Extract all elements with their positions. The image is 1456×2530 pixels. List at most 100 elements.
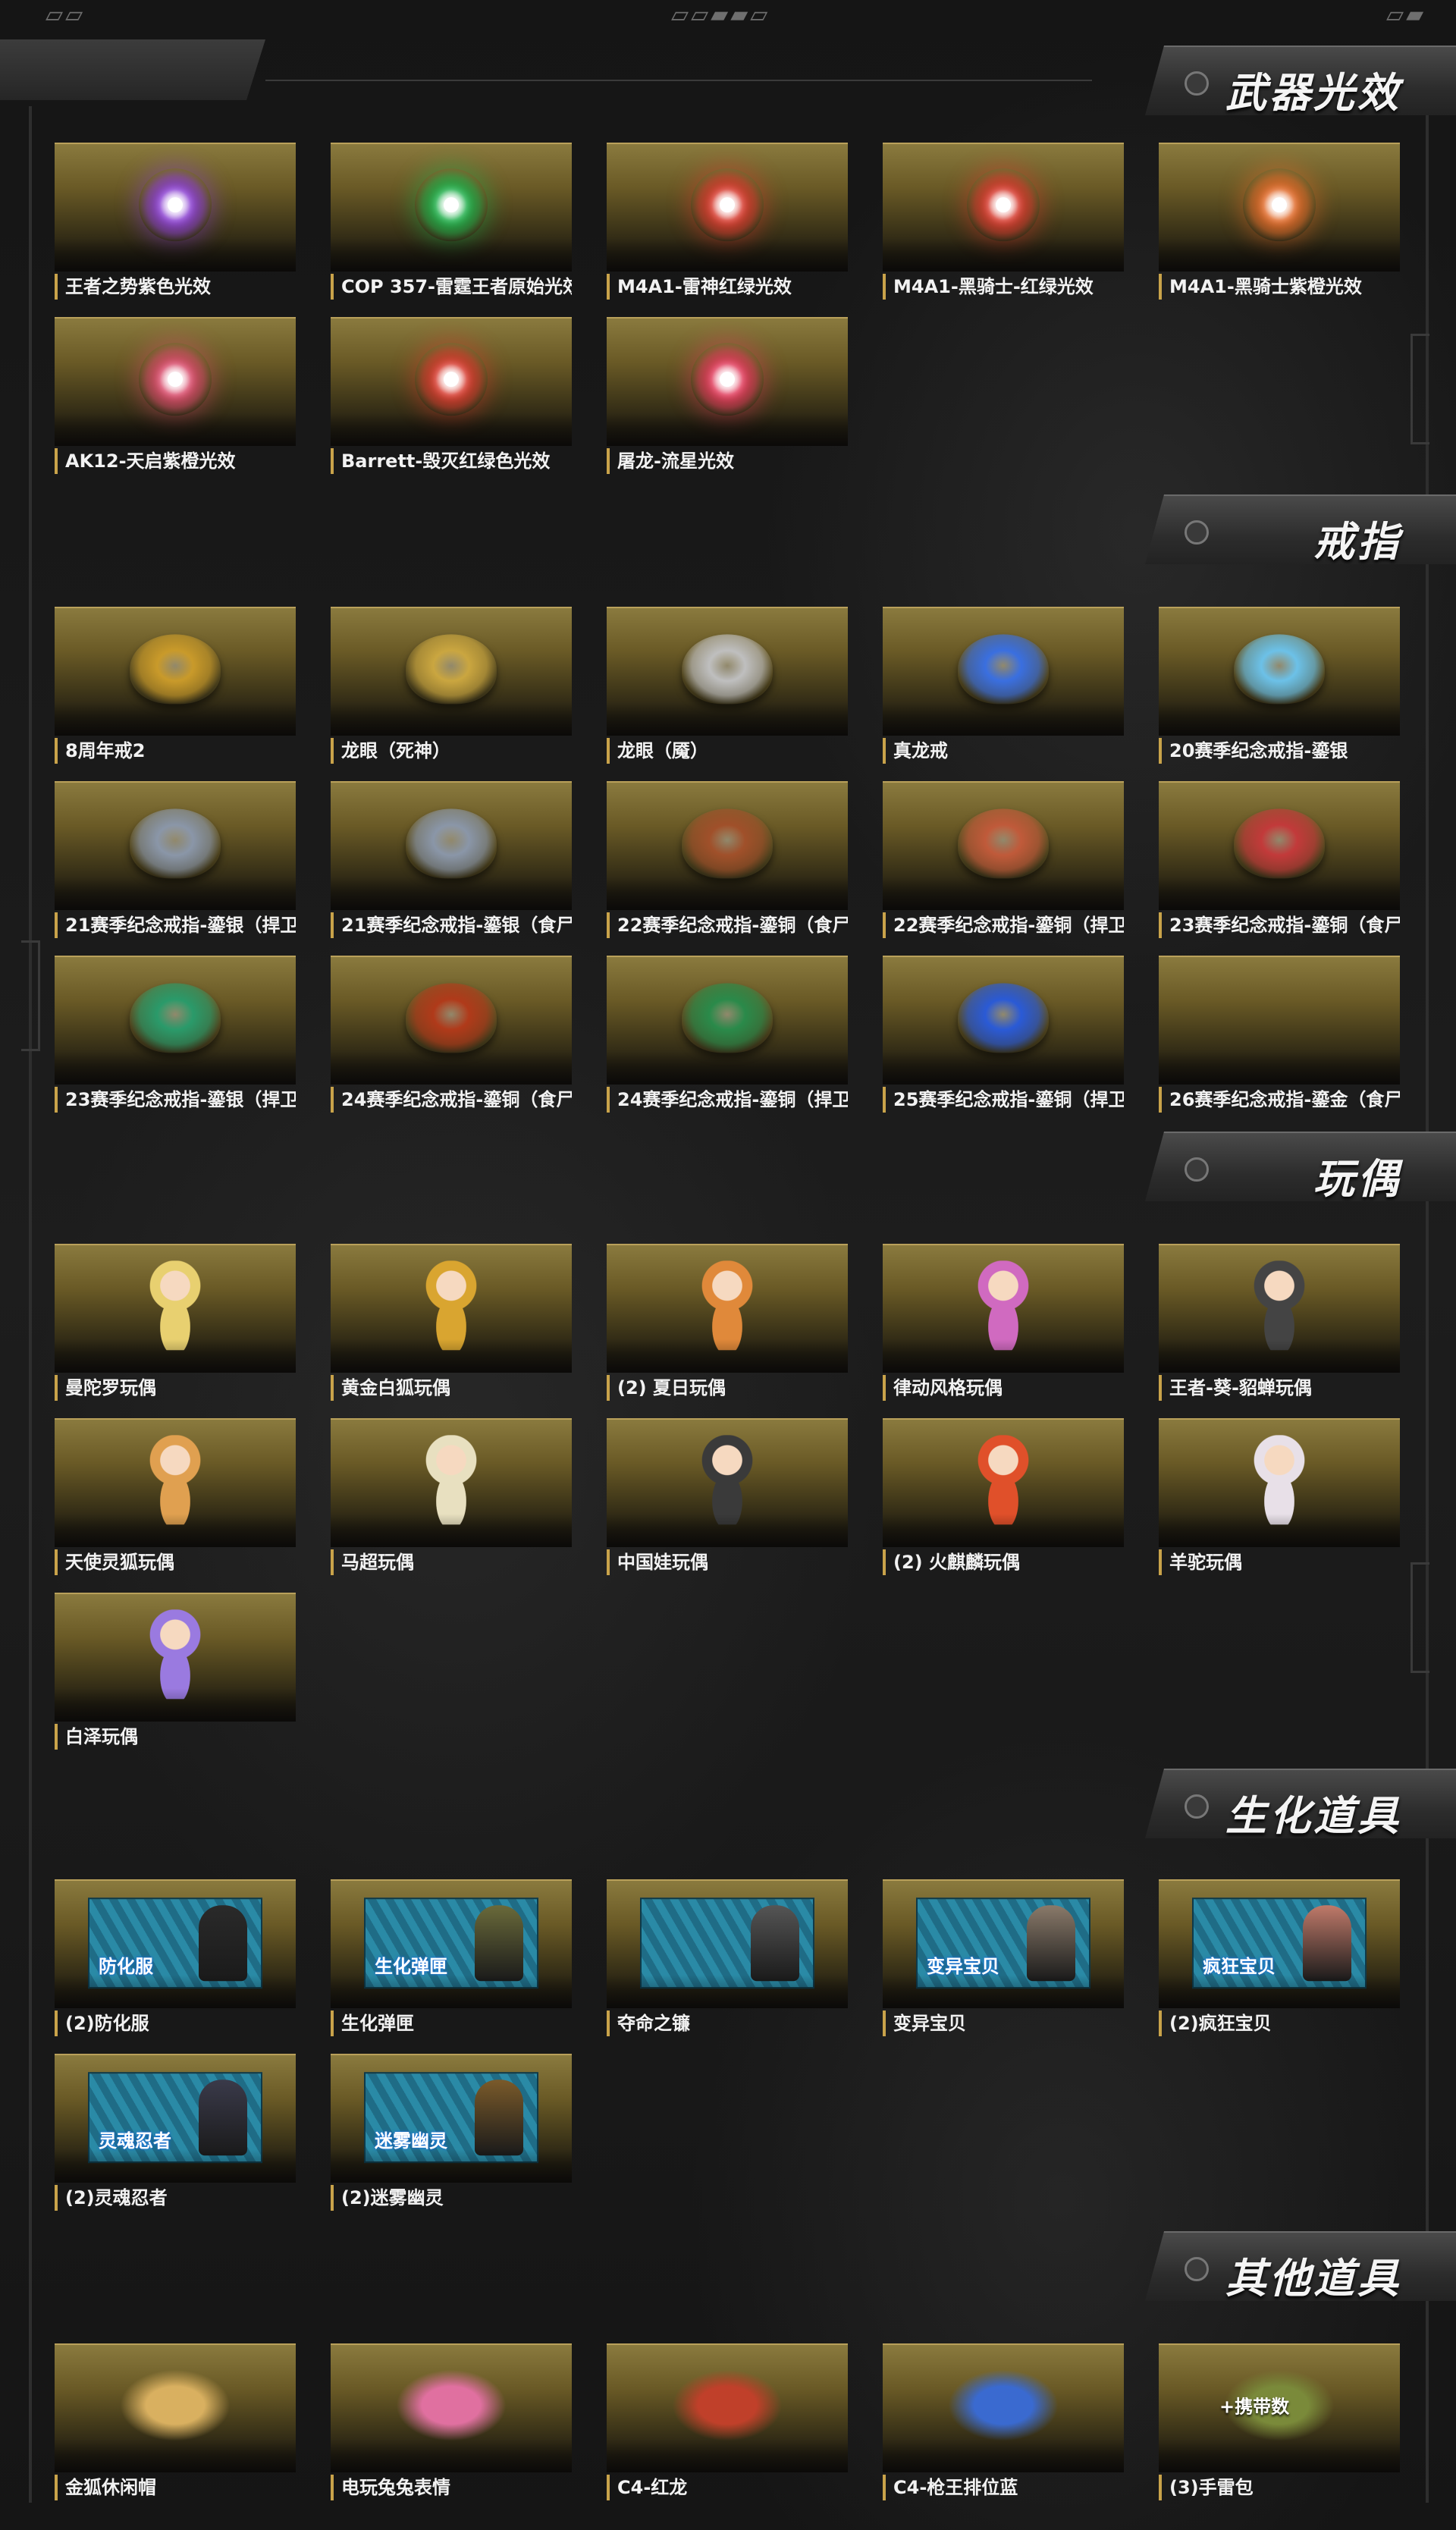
item-card[interactable]: AK12-天启紫橙光效 — [55, 317, 296, 474]
item-tile[interactable] — [1159, 1418, 1400, 1547]
item-card[interactable]: 真龙戒 — [883, 607, 1124, 764]
item-tile[interactable] — [883, 607, 1124, 736]
item-card[interactable]: 23赛季纪念戒指-鎏银（捍卫 — [55, 956, 296, 1113]
item-card[interactable]: 天使灵狐玩偶 — [55, 1418, 296, 1575]
item-tile[interactable] — [1159, 956, 1400, 1085]
item-tile[interactable] — [55, 1418, 296, 1547]
item-tile[interactable] — [607, 2343, 848, 2472]
item-card[interactable]: (2) 夏日玩偶 — [607, 1244, 848, 1401]
item-tile[interactable] — [607, 1244, 848, 1373]
item-card[interactable]: 马超玩偶 — [331, 1418, 572, 1575]
item-card[interactable]: M4A1-雷神红绿光效 — [607, 143, 848, 300]
item-card[interactable]: 龙眼（魇） — [607, 607, 848, 764]
item-tile[interactable] — [331, 1418, 572, 1547]
item-tile[interactable]: 变异宝贝 — [883, 1879, 1124, 2008]
item-tile[interactable] — [331, 607, 572, 736]
item-tile[interactable] — [607, 607, 848, 736]
item-card[interactable]: 生化弹匣 生化弹匣 — [331, 1879, 572, 2036]
item-card[interactable]: 24赛季纪念戒指-鎏铜（食尸 — [331, 956, 572, 1113]
item-tile[interactable]: 防化服 — [55, 1879, 296, 2008]
item-card[interactable]: 灵魂忍者 (2)灵魂忍者 — [55, 2054, 296, 2211]
item-card[interactable]: M4A1-黑骑士紫橙光效 — [1159, 143, 1400, 300]
item-tile[interactable]: 迷雾幽灵 — [331, 2054, 572, 2183]
item-card[interactable]: 白泽玩偶 — [55, 1593, 296, 1750]
item-tile[interactable] — [607, 781, 848, 910]
item-tile[interactable] — [331, 956, 572, 1085]
item-tile[interactable] — [1159, 607, 1400, 736]
item-tile[interactable] — [1159, 143, 1400, 272]
item-tile[interactable]: 生化弹匣 — [331, 1879, 572, 2008]
item-tile[interactable]: 灵魂忍者 — [55, 2054, 296, 2183]
item-tile[interactable] — [883, 143, 1124, 272]
item-label: (2)迷雾幽灵 — [331, 2185, 572, 2211]
item-tile[interactable] — [55, 956, 296, 1085]
item-card[interactable]: 中国娃玩偶 — [607, 1418, 848, 1575]
item-tile[interactable] — [55, 1244, 296, 1373]
bio-banner-text: 防化服 — [99, 1956, 153, 1978]
item-card[interactable]: 律动风格玩偶 — [883, 1244, 1124, 1401]
item-tile[interactable] — [883, 2343, 1124, 2472]
item-tile[interactable] — [331, 781, 572, 910]
tiger-ring-icon — [406, 808, 497, 879]
item-tile[interactable] — [607, 143, 848, 272]
item-card[interactable]: 22赛季纪念戒指-鎏铜（捍卫 — [883, 781, 1124, 938]
item-tile[interactable] — [55, 1593, 296, 1722]
item-tile[interactable] — [883, 1418, 1124, 1547]
item-tile[interactable] — [55, 143, 296, 272]
item-tile[interactable] — [607, 956, 848, 1085]
top-left-bar — [0, 39, 265, 100]
item-tile[interactable] — [607, 1418, 848, 1547]
item-card[interactable]: 王者之势紫色光效 — [55, 143, 296, 300]
item-card[interactable]: +携带数 (3)手雷包 — [1159, 2343, 1400, 2500]
item-card[interactable]: 金狐休闲帽 — [55, 2343, 296, 2500]
item-label: 天使灵狐玩偶 — [55, 1549, 296, 1575]
item-tile[interactable] — [55, 2343, 296, 2472]
item-tile[interactable] — [1159, 1244, 1400, 1373]
item-card[interactable]: 8周年戒2 — [55, 607, 296, 764]
item-card[interactable]: 黄金白狐玩偶 — [331, 1244, 572, 1401]
item-card[interactable]: 屠龙-流星光效 — [607, 317, 848, 474]
item-tile[interactable] — [55, 317, 296, 446]
item-card[interactable]: 21赛季纪念戒指-鎏银（捍卫 — [55, 781, 296, 938]
item-card[interactable]: 26赛季纪念戒指-鎏金（食尸 — [1159, 956, 1400, 1113]
item-card[interactable]: 变异宝贝 变异宝贝 — [883, 1879, 1124, 2036]
section-emblem-icon — [1185, 520, 1209, 545]
item-card[interactable]: (2) 火麒麟玩偶 — [883, 1418, 1124, 1575]
item-tile[interactable] — [607, 317, 848, 446]
item-card[interactable]: 22赛季纪念戒指-鎏铜（食尸 — [607, 781, 848, 938]
item-card[interactable]: 23赛季纪念戒指-鎏铜（食尸 — [1159, 781, 1400, 938]
item-tile[interactable]: +携带数 — [1159, 2343, 1400, 2472]
item-tile[interactable] — [883, 781, 1124, 910]
item-tile[interactable] — [55, 781, 296, 910]
item-card[interactable]: 迷雾幽灵 (2)迷雾幽灵 — [331, 2054, 572, 2211]
item-card[interactable]: COP 357-雷霆王者原始光效 — [331, 143, 572, 300]
item-tile[interactable]: 疯狂宝贝 — [1159, 1879, 1400, 2008]
item-tile[interactable] — [1159, 781, 1400, 910]
item-card[interactable]: 21赛季纪念戒指-鎏银（食尸 — [331, 781, 572, 938]
item-card[interactable]: Barrett-毁灭红绿色光效 — [331, 317, 572, 474]
item-card[interactable]: 25赛季纪念戒指-鎏铜（捍卫 — [883, 956, 1124, 1113]
item-card[interactable]: 夺命之镰 — [607, 1879, 848, 2036]
item-card[interactable]: 龙眼（死神） — [331, 607, 572, 764]
item-card[interactable]: C4-红龙 — [607, 2343, 848, 2500]
item-tile[interactable] — [331, 1244, 572, 1373]
item-card[interactable]: 防化服 (2)防化服 — [55, 1879, 296, 2036]
item-label: (2) 火麒麟玩偶 — [883, 1549, 1124, 1575]
item-tile[interactable] — [55, 607, 296, 736]
bronze-ring-icon — [682, 808, 773, 879]
item-tile[interactable] — [883, 956, 1124, 1085]
item-card[interactable]: 曼陀罗玩偶 — [55, 1244, 296, 1401]
item-card[interactable]: 疯狂宝贝 (2)疯狂宝贝 — [1159, 1879, 1400, 2036]
item-card[interactable]: 羊驼玩偶 — [1159, 1418, 1400, 1575]
item-tile[interactable] — [883, 1244, 1124, 1373]
item-tile[interactable] — [607, 1879, 848, 2008]
item-card[interactable]: M4A1-黑骑士-红绿光效 — [883, 143, 1124, 300]
item-card[interactable]: 王者-葵-貂蝉玩偶 — [1159, 1244, 1400, 1401]
item-card[interactable]: C4-枪王排位蓝 — [883, 2343, 1124, 2500]
item-tile[interactable] — [331, 143, 572, 272]
item-tile[interactable] — [331, 317, 572, 446]
item-card[interactable]: 电玩兔兔表情 — [331, 2343, 572, 2500]
item-tile[interactable] — [331, 2343, 572, 2472]
item-card[interactable]: 24赛季纪念戒指-鎏铜（捍卫 — [607, 956, 848, 1113]
item-card[interactable]: 20赛季纪念戒指-鎏银 — [1159, 607, 1400, 764]
